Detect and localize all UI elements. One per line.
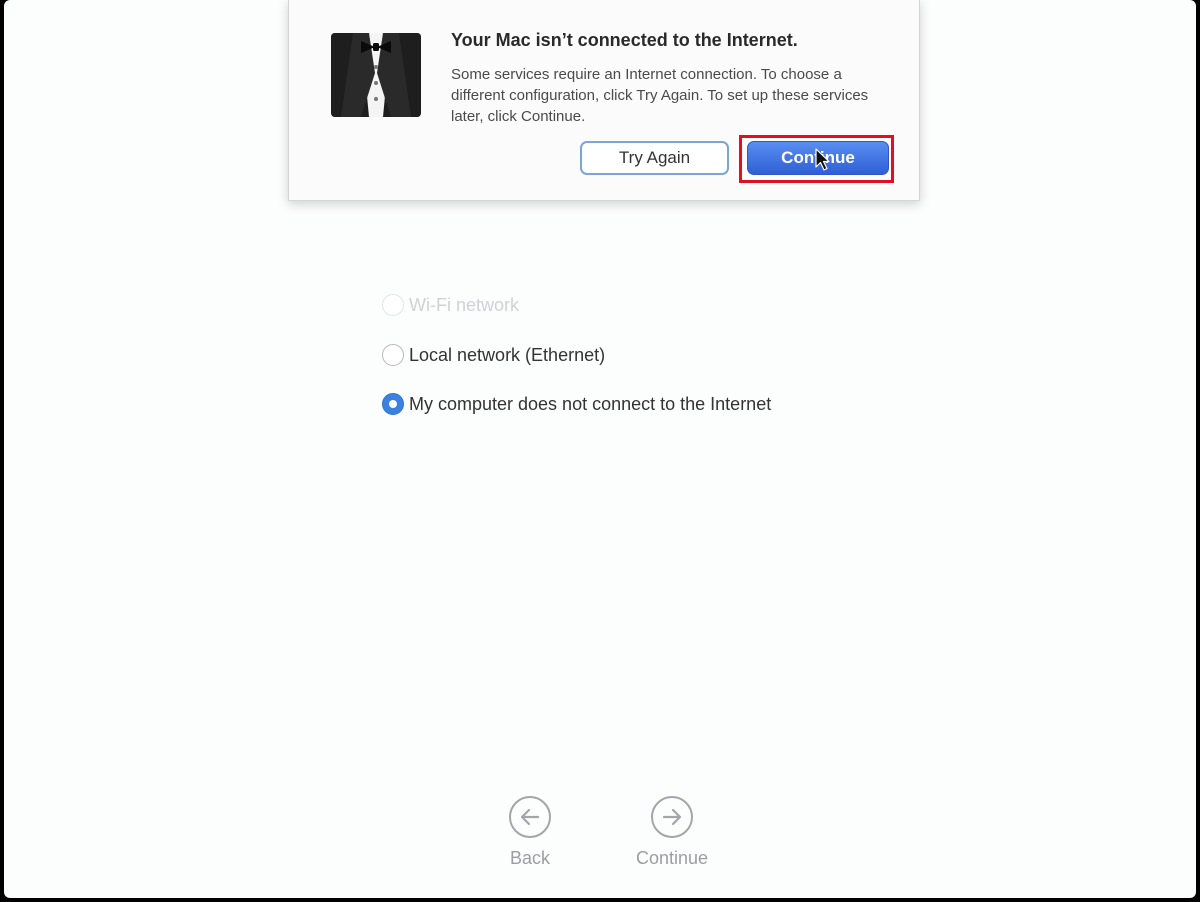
- option-no-internet[interactable]: My computer does not connect to the Inte…: [382, 390, 771, 418]
- alert-message: Some services require an Internet connec…: [451, 66, 869, 125]
- option-wifi-network: Wi-Fi network: [382, 291, 519, 319]
- option-label: Local network (Ethernet): [409, 344, 606, 365]
- ethernet-radio[interactable]: [382, 344, 404, 366]
- tuxedo-icon: [331, 33, 421, 117]
- try-again-button[interactable]: Try Again: [580, 141, 729, 175]
- arrow-left-icon: [509, 796, 551, 838]
- no-internet-radio[interactable]: [382, 393, 404, 415]
- back-label: Back: [509, 848, 551, 868]
- continue-nav-button[interactable]: Continue: [617, 796, 727, 869]
- wifi-radio: [382, 294, 404, 316]
- option-local-network[interactable]: Local network (Ethernet): [382, 341, 605, 369]
- option-label: Wi-Fi network: [409, 294, 520, 315]
- option-label: My computer does not connect to the Inte…: [409, 393, 772, 414]
- back-button[interactable]: Back: [475, 796, 585, 869]
- mouse-cursor-icon: [815, 148, 831, 172]
- alert-title: Your Mac isn’t connected to the Internet…: [451, 30, 798, 50]
- arrow-right-icon: [651, 796, 693, 838]
- setup-assistant-screen: Wi-Fi network Local network (Ethernet) M…: [4, 0, 1196, 898]
- continue-nav-label: Continue: [635, 848, 709, 868]
